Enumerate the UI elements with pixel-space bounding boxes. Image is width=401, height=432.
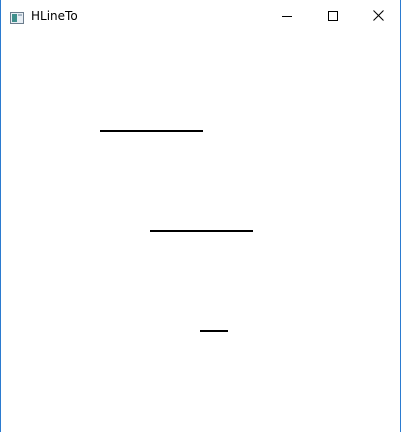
horizontal-line-1 xyxy=(100,130,203,132)
app-window-icon[interactable] xyxy=(10,9,24,24)
horizontal-line-2 xyxy=(150,230,253,232)
maximize-icon xyxy=(328,10,338,21)
close-button[interactable] xyxy=(355,0,400,31)
title-bar[interactable]: HLineTo xyxy=(1,0,400,31)
app-window: HLineTo xyxy=(0,0,401,432)
minimize-button[interactable] xyxy=(264,0,310,31)
window-title: HLineTo xyxy=(31,9,78,23)
horizontal-line-3 xyxy=(200,330,228,332)
close-icon xyxy=(372,10,384,21)
maximize-button[interactable] xyxy=(310,0,356,31)
drawing-canvas[interactable] xyxy=(1,31,400,432)
minimize-icon xyxy=(282,11,292,21)
